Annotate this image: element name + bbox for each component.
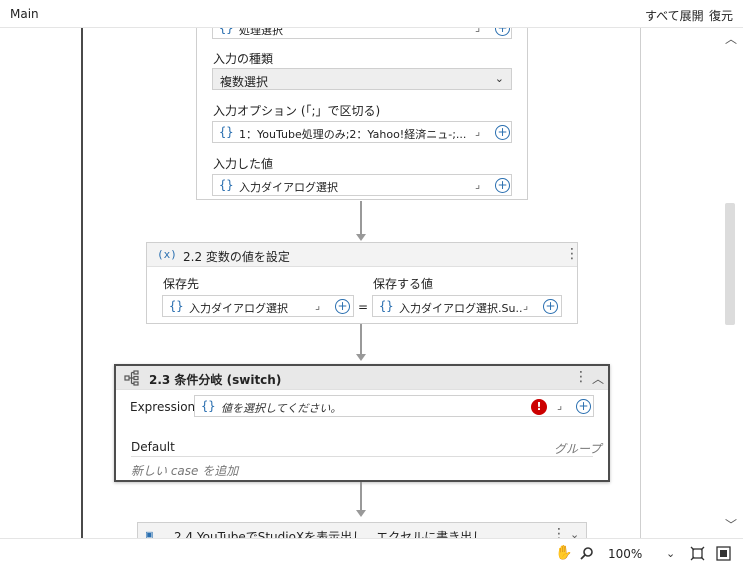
plus-icon[interactable]: +: [495, 28, 510, 36]
overview-icon[interactable]: [716, 546, 731, 564]
assign-card-header[interactable]: (x) 2.2 変数の値を設定 ⋮: [147, 243, 579, 267]
plus-icon[interactable]: +: [495, 178, 510, 193]
input-type-label: 入力の種類: [213, 52, 274, 66]
connector-arrow: [356, 354, 366, 361]
plus-icon[interactable]: +: [495, 125, 510, 140]
more-menu-icon[interactable]: ⋮: [552, 526, 566, 538]
expression-field[interactable]: {} 値を選択してください。 ! ⌟ +: [194, 395, 594, 417]
zoom-dropdown-icon[interactable]: ⌄: [666, 547, 675, 560]
input-result-field[interactable]: {} 入力ダイアログ選択 ⌟ +: [212, 174, 512, 196]
variable-icon: (x): [157, 248, 177, 261]
more-menu-icon[interactable]: ⋮: [565, 246, 579, 262]
scroll-up-icon[interactable]: ︿: [724, 32, 738, 46]
expand-all-link[interactable]: すべて展開: [645, 7, 704, 24]
first-field[interactable]: {} 処理選択 ⌟ +: [212, 28, 512, 39]
connector-line: [360, 201, 362, 235]
divider: [131, 456, 593, 457]
input-type-select[interactable]: 複数選択 ⌄: [212, 68, 512, 90]
expand-icon[interactable]: ⌟: [475, 178, 487, 191]
switch-card[interactable]: 2.3 条件分岐 (switch) ⋮ ︿ Expression {} 値を選択…: [114, 364, 610, 482]
assign-card[interactable]: (x) 2.2 変数の値を設定 ⋮ 保存先 {} 入力ダイアログ選択 ⌟ + =…: [146, 242, 579, 324]
assign-value-field[interactable]: {} 入力ダイアログ選択.Su... ⌟ +: [372, 295, 562, 317]
next-card-header[interactable]: ▣ 2.4 YouTubeでStudioXを表示出し、エクセルに書き出し ⋮ ⌄: [138, 523, 586, 538]
restore-link[interactable]: 復元: [709, 7, 733, 24]
connector-arrow: [356, 234, 366, 241]
status-bar: ✋ 100% ⌄: [0, 538, 743, 568]
brace-icon: {}: [219, 125, 234, 139]
brace-icon: {}: [219, 178, 234, 192]
switch-icon: [124, 370, 140, 389]
input-dialog-card[interactable]: {} 処理選択 ⌟ + 入力の種類 複数選択 ⌄ 入力オプション (「;」で区切…: [196, 28, 528, 200]
zoom-search-icon[interactable]: [580, 546, 594, 563]
plus-icon[interactable]: +: [543, 299, 558, 314]
equals-sign: =: [358, 300, 369, 314]
zoom-level: 100%: [608, 547, 643, 561]
designer-header: Main すべて展開 復元: [0, 0, 743, 28]
brace-icon: {}: [379, 299, 394, 313]
input-options-label: 入力オプション (「;」で区切る): [213, 104, 381, 118]
switch-card-header[interactable]: 2.3 条件分岐 (switch) ⋮ ︿: [116, 366, 608, 390]
scroll-thumb[interactable]: [725, 203, 735, 325]
default-label: Default: [131, 440, 175, 454]
brace-icon: {}: [219, 28, 234, 35]
chevron-down-icon[interactable]: ⌄: [570, 528, 579, 538]
expression-label: Expression: [130, 400, 196, 414]
error-icon: !: [531, 399, 547, 415]
sequence-icon: ▣: [146, 528, 153, 538]
expand-icon[interactable]: ⌟: [475, 125, 487, 138]
assign-value-label: 保存する値: [373, 277, 434, 291]
expand-icon[interactable]: ⌟: [475, 28, 487, 34]
chevron-down-icon: ⌄: [494, 72, 504, 85]
expand-icon[interactable]: ⌟: [523, 299, 535, 312]
connector-line: [360, 324, 362, 356]
workflow-title: Main: [10, 7, 39, 21]
vertical-scrollbar[interactable]: ︿ ﹀: [720, 28, 742, 538]
group-label: グループ: [554, 442, 602, 456]
connector-arrow: [356, 510, 366, 517]
assign-card-title: 2.2 変数の値を設定: [183, 250, 290, 264]
hand-pan-icon[interactable]: ✋: [555, 545, 572, 561]
more-menu-icon[interactable]: ⋮: [574, 369, 588, 385]
fit-to-screen-icon[interactable]: [690, 546, 705, 564]
expand-icon[interactable]: ⌟: [557, 399, 569, 412]
designer-canvas[interactable]: {} 処理選択 ⌟ + 入力の種類 複数選択 ⌄ 入力オプション (「;」で区切…: [0, 28, 743, 538]
assign-to-label: 保存先: [163, 277, 200, 291]
switch-card-title: 2.3 条件分岐 (switch): [149, 373, 282, 387]
expand-icon[interactable]: ⌟: [315, 299, 327, 312]
brace-icon: {}: [201, 399, 216, 413]
input-options-field[interactable]: {} 1：YouTube処理のみ;2：Yahoo!経済ニュ-;... ⌟ +: [212, 121, 512, 143]
collapse-icon[interactable]: ︿: [592, 370, 604, 387]
brace-icon: {}: [169, 299, 184, 313]
plus-icon[interactable]: +: [576, 399, 591, 414]
add-case-link[interactable]: 新しい case を追加: [131, 462, 238, 479]
next-card-title: 2.4 YouTubeでStudioXを表示出し、エクセルに書き出し: [174, 530, 485, 538]
plus-icon[interactable]: +: [335, 299, 350, 314]
assign-to-field[interactable]: {} 入力ダイアログ選択 ⌟ +: [162, 295, 354, 317]
input-result-label: 入力した値: [213, 157, 274, 171]
connector-line: [360, 482, 362, 512]
next-activity-card[interactable]: ▣ 2.4 YouTubeでStudioXを表示出し、エクセルに書き出し ⋮ ⌄: [137, 522, 587, 538]
scroll-down-icon[interactable]: ﹀: [724, 518, 738, 532]
